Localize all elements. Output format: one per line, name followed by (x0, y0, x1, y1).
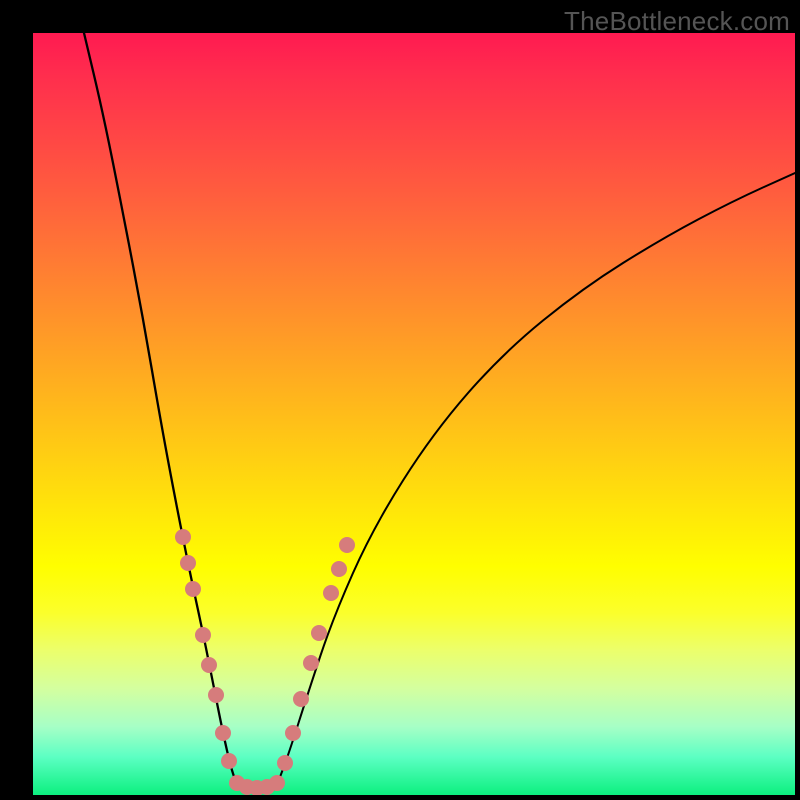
marker-dot (339, 537, 355, 553)
watermark-text: TheBottleneck.com (564, 6, 790, 37)
marker-dot (215, 725, 231, 741)
marker-dot (277, 755, 293, 771)
plot-svg (33, 33, 795, 795)
marker-dot (208, 687, 224, 703)
marker-dot (293, 691, 309, 707)
marker-dot (221, 753, 237, 769)
marker-dot (185, 581, 201, 597)
curve-right-branch (277, 173, 795, 785)
marker-dot (175, 529, 191, 545)
marker-dot (311, 625, 327, 641)
marker-dot (323, 585, 339, 601)
marker-dots-group (175, 529, 355, 795)
curve-left-branch (84, 33, 237, 785)
marker-dot (180, 555, 196, 571)
marker-dot (303, 655, 319, 671)
marker-dot (201, 657, 217, 673)
chart-container: TheBottleneck.com (0, 0, 800, 800)
marker-dot (269, 775, 285, 791)
marker-dot (331, 561, 347, 577)
marker-dot (285, 725, 301, 741)
plot-area (33, 33, 795, 795)
marker-dot (195, 627, 211, 643)
